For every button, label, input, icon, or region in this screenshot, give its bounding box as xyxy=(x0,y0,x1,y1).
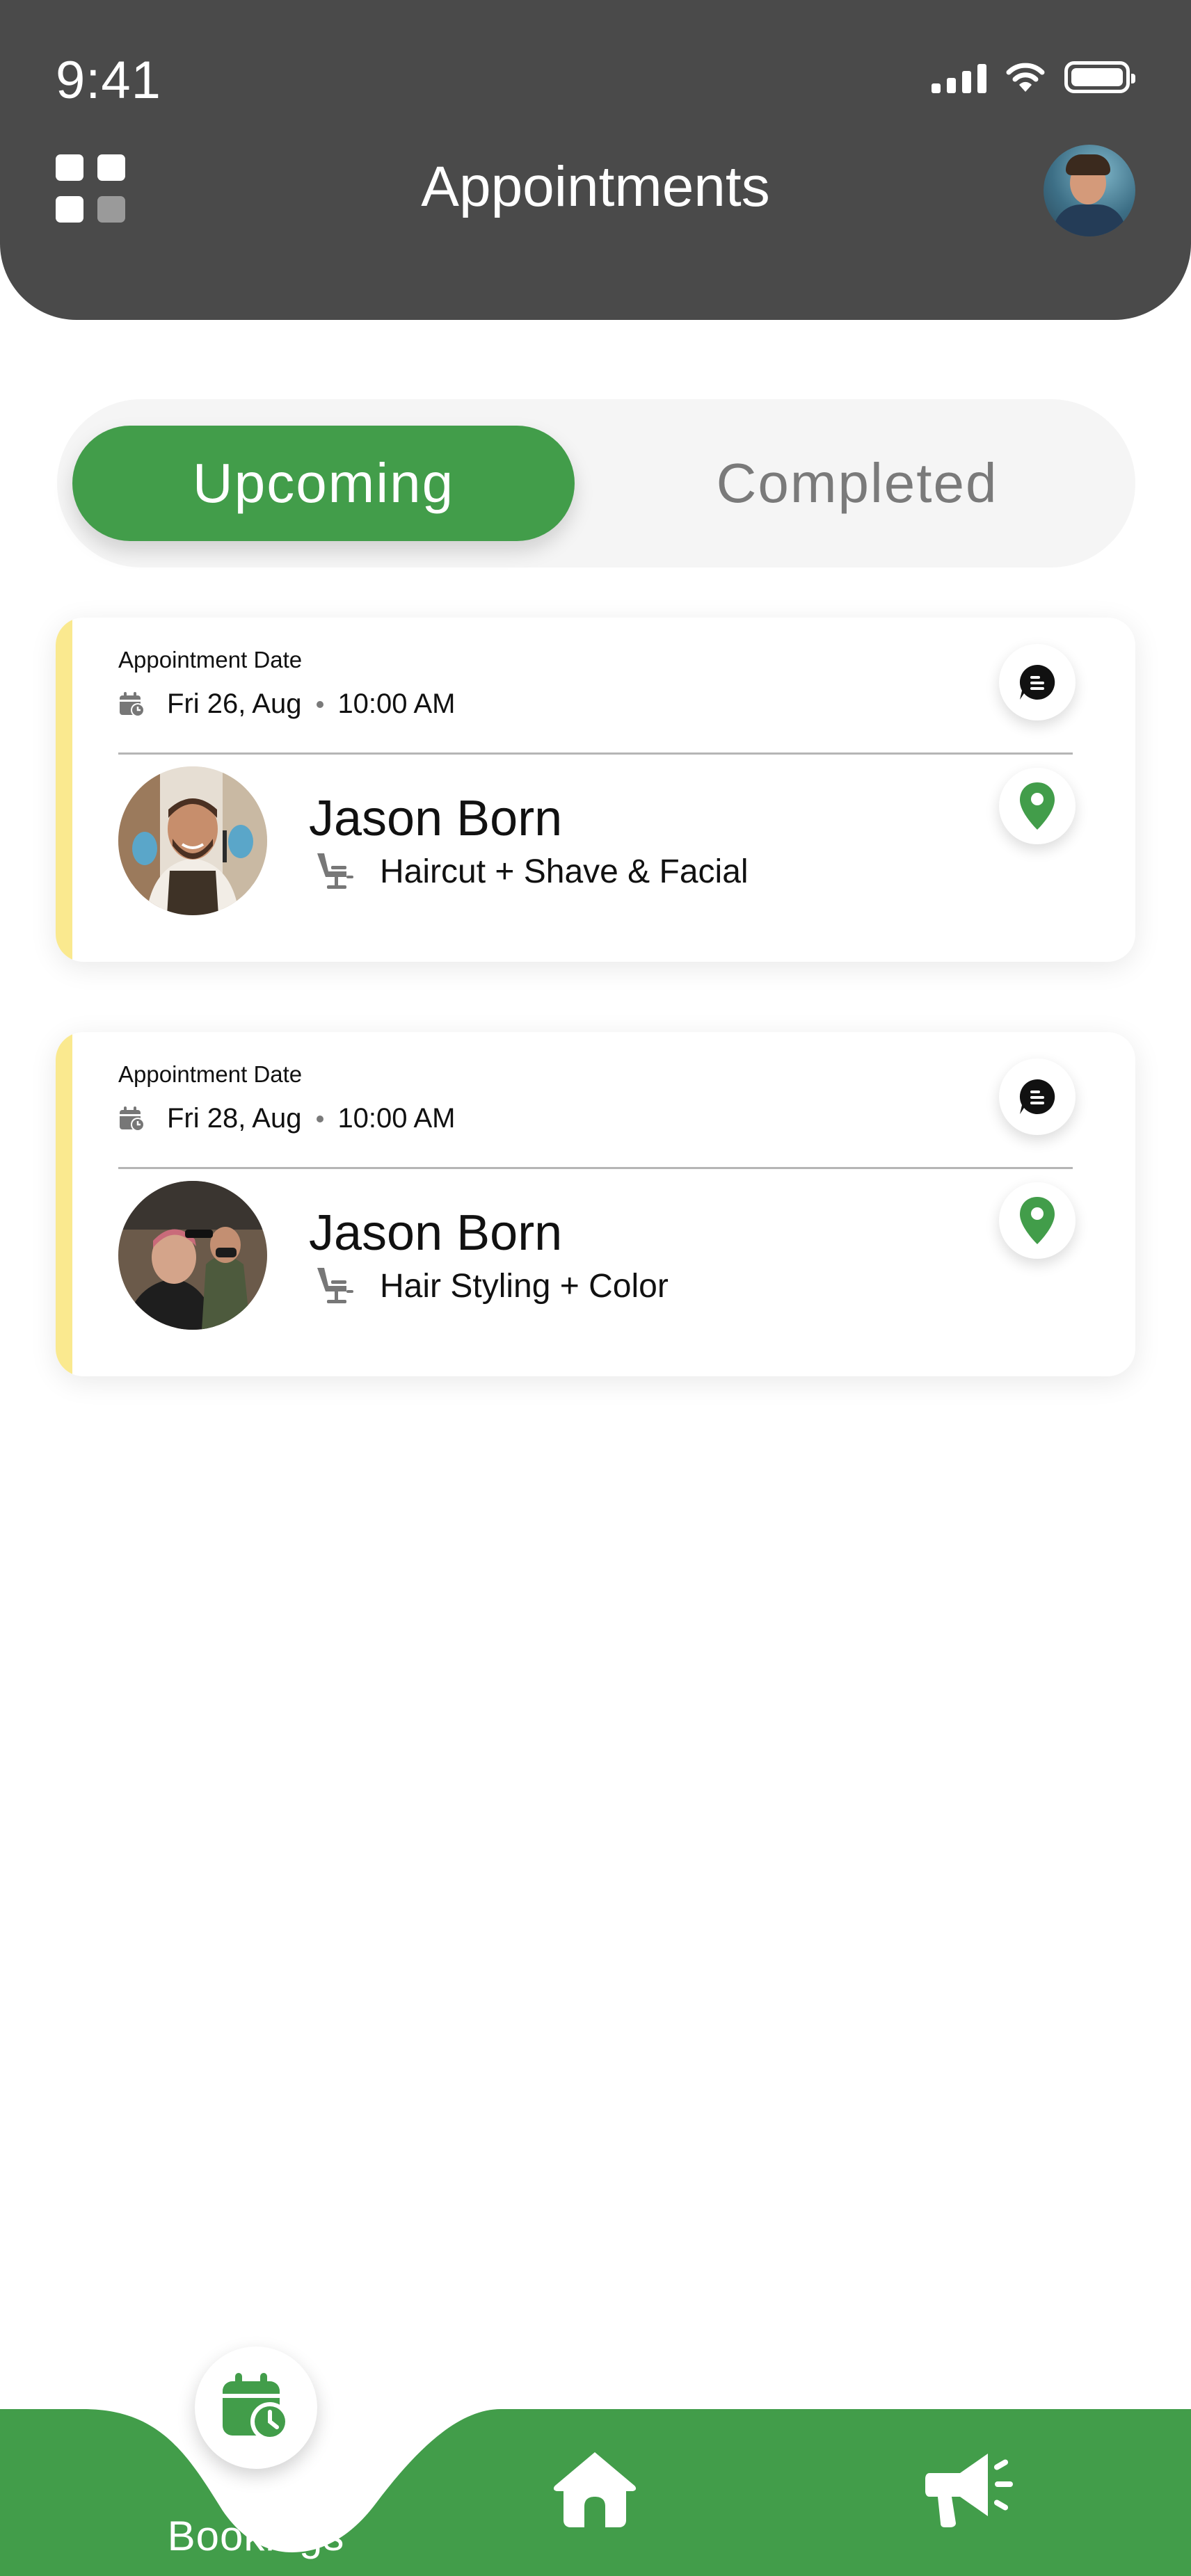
chat-bubble-icon xyxy=(1019,664,1055,700)
page-title: Appointments xyxy=(421,155,770,218)
barber-chair-icon xyxy=(317,853,353,889)
wifi-icon xyxy=(1006,63,1045,92)
client-name: Jason Born xyxy=(309,791,563,846)
appointment-date-row: Fri 26, Aug 10:00 AM xyxy=(118,689,455,720)
calendar-clock-icon xyxy=(223,2373,289,2441)
chat-bubble-icon xyxy=(1019,1079,1055,1114)
home-icon[interactable] xyxy=(551,2448,639,2530)
service-row: Haircut + Shave & Facial xyxy=(314,851,749,892)
barber-photo xyxy=(118,1181,267,1330)
appointments-tab-bar: Upcoming Completed xyxy=(57,399,1135,567)
card-accent-bar xyxy=(56,618,72,962)
tab-completed[interactable]: Completed xyxy=(607,426,1108,541)
location-pin-icon xyxy=(1020,782,1055,830)
appointment-date: Fri 26, Aug xyxy=(167,689,302,719)
service-name: Hair Styling + Color xyxy=(380,1267,669,1305)
calendar-clock-icon xyxy=(120,1106,145,1132)
location-button[interactable] xyxy=(999,768,1076,844)
location-button[interactable] xyxy=(999,1182,1076,1259)
separator-dot xyxy=(317,1115,324,1122)
status-time: 9:41 xyxy=(56,51,161,110)
megaphone-icon[interactable] xyxy=(924,2448,1016,2529)
card-divider xyxy=(118,1167,1073,1169)
appointment-card[interactable]: Appointment Date Fri 28, Aug 10:00 AM Ja… xyxy=(56,1032,1135,1376)
location-pin-icon xyxy=(1020,1197,1055,1244)
client-name: Jason Born xyxy=(309,1205,563,1261)
appointment-time: 10:00 AM xyxy=(337,689,456,719)
battery-icon xyxy=(1064,61,1135,93)
barber-chair-icon xyxy=(317,1268,353,1303)
separator-dot xyxy=(317,700,324,708)
appointment-card[interactable]: Appointment Date Fri 26, Aug 10:00 AM Ja… xyxy=(56,618,1135,962)
service-row: Hair Styling + Color xyxy=(314,1265,669,1307)
app-header: 9:41 Appointments xyxy=(0,0,1191,320)
calendar-clock-icon xyxy=(120,691,145,717)
message-button[interactable] xyxy=(999,644,1076,721)
message-button[interactable] xyxy=(999,1058,1076,1135)
user-avatar[interactable] xyxy=(1044,145,1135,236)
appointment-date-label: Appointment Date xyxy=(118,1061,303,1087)
appointment-date-row: Fri 28, Aug 10:00 AM xyxy=(118,1103,455,1134)
bookings-nav-label[interactable]: Bookings xyxy=(125,2512,387,2560)
service-name: Haircut + Shave & Facial xyxy=(380,853,749,890)
appointment-date: Fri 28, Aug xyxy=(167,1103,302,1134)
appointment-time: 10:00 AM xyxy=(337,1103,456,1134)
status-icons xyxy=(932,61,1135,93)
appointment-date-label: Appointment Date xyxy=(118,647,303,673)
card-divider xyxy=(118,752,1073,755)
card-accent-bar xyxy=(56,1032,72,1376)
tab-upcoming[interactable]: Upcoming xyxy=(72,426,575,541)
cellular-signal-icon xyxy=(932,61,986,93)
barber-photo xyxy=(118,766,267,915)
bookings-nav-button[interactable] xyxy=(195,2346,317,2469)
